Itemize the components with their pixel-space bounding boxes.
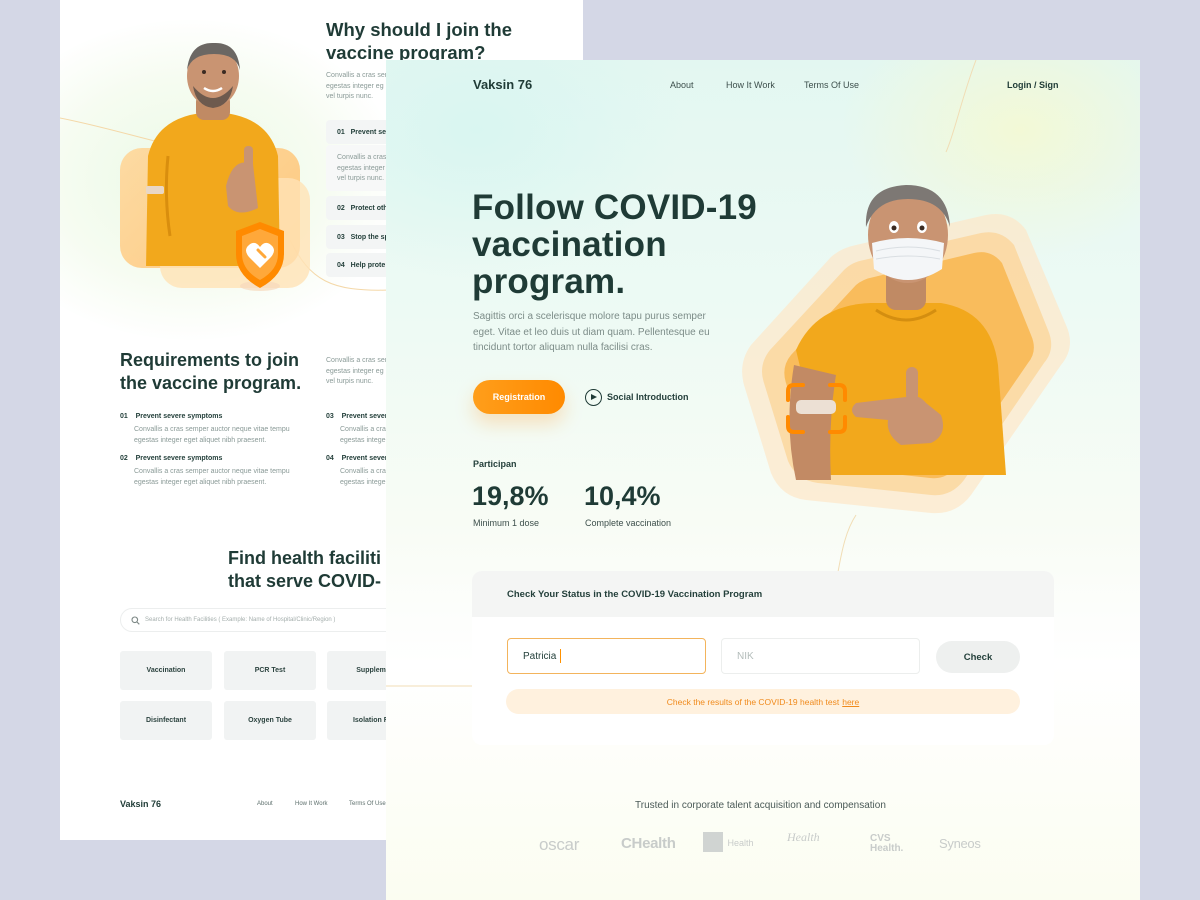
accordion-label: Protect oth — [350, 205, 388, 212]
nav-link-about[interactable]: About — [670, 80, 694, 90]
facility-card-oxygen-tube[interactable]: Oxygen Tube — [224, 701, 316, 740]
requirement-item-01: 01 Prevent severe symptoms Convallis a c… — [120, 413, 290, 446]
requirement-body: Convallis a cras semper auctor neque vit… — [134, 426, 290, 444]
requirement-number: 03 — [326, 413, 334, 420]
requirement-title: Prevent sever — [341, 455, 388, 462]
text-cursor — [560, 649, 561, 663]
requirement-item-02: 02 Prevent severe symptoms Convallis a c… — [120, 455, 290, 488]
hero-subtitle: Sagittis orci a scelerisque molore tapu … — [473, 311, 710, 353]
requirement-number: 01 — [120, 413, 128, 420]
brand-logo-chealth: CHealth — [621, 835, 676, 852]
stat-value-min-dose: 19,8% — [472, 481, 549, 511]
facility-card-pcr-test[interactable]: PCR Test — [224, 651, 316, 690]
name-input[interactable]: Patricia — [507, 638, 706, 674]
accordion-label: Prevent sev — [350, 129, 390, 136]
status-panel-header: Check Your Status in the COVID-19 Vaccin… — [472, 571, 1054, 617]
facility-card-disinfectant[interactable]: Disinfectant — [120, 701, 212, 740]
status-check-panel: Check Your Status in the COVID-19 Vaccin… — [472, 571, 1054, 745]
stat-label-complete: Complete vaccination — [585, 518, 672, 528]
notice-here-link[interactable]: here — [842, 697, 859, 707]
facilities-title: Find health faciliti that serve COVID- — [228, 548, 382, 591]
requirement-number: 04 — [326, 455, 334, 462]
brand-logo-health-a: Health — [703, 832, 753, 852]
search-placeholder: Search for Health Facilities ( Example: … — [145, 617, 336, 623]
check-button[interactable]: Check — [936, 641, 1020, 673]
site-logo[interactable]: Vaksin 76 — [473, 77, 532, 92]
requirement-title: Prevent severe symptoms — [135, 413, 223, 420]
name-input-value: Patricia — [523, 651, 557, 662]
nav-link-terms-of-use[interactable]: Terms Of Use — [804, 80, 859, 90]
masked-man-image — [742, 185, 1070, 514]
play-icon[interactable] — [585, 389, 602, 406]
footer-logo[interactable]: Vaksin 76 — [120, 799, 161, 809]
front-page: Vaksin 76 About How It Work Terms Of Use… — [386, 60, 1140, 900]
nav-link-how-it-work[interactable]: How It Work — [726, 80, 775, 90]
accordion-label: Help prote — [350, 262, 386, 269]
accordion-number: 04 — [337, 262, 345, 269]
brand-mark-icon — [703, 832, 723, 852]
facility-search-input[interactable]: Search for Health Facilities ( Example: … — [120, 608, 410, 632]
join-title: Why should I join the vaccine program? — [326, 19, 513, 63]
requirement-title: Prevent sever — [341, 413, 388, 420]
accordion-number: 02 — [337, 205, 345, 212]
facility-card-vaccination[interactable]: Vaccination — [120, 651, 212, 690]
requirement-body: Convallis a cras semper auctor neque vit… — [134, 468, 290, 486]
brand-logo-oscar: oscar — [539, 835, 580, 854]
login-sign-link[interactable]: Login / Sign — [1007, 80, 1059, 90]
social-introduction-link[interactable]: Social Introduction — [607, 392, 689, 402]
requirements-title: Requirements to join the vaccine program… — [120, 350, 302, 393]
requirements-description: Convallis a cras sem egestas integer eg … — [326, 357, 391, 385]
health-test-notice: Check the results of the COVID-19 health… — [506, 689, 1020, 714]
accordion-open-text: Convallis a cras egestas integer vel tur… — [337, 154, 387, 182]
requirement-body: Convallis a cras egestas intege — [340, 468, 390, 486]
footer-link-about[interactable]: About — [257, 801, 273, 807]
nik-placeholder: NIK — [737, 651, 754, 662]
status-panel-title: Check Your Status in the COVID-19 Vaccin… — [507, 589, 763, 600]
participants-label: Participan — [473, 459, 517, 469]
footer-link-how-it-work[interactable]: How It Work — [295, 801, 328, 807]
hero-title: Follow COVID-19 vaccination program. — [472, 188, 757, 301]
registration-button[interactable]: Registration — [473, 380, 565, 414]
requirement-title: Prevent severe symptoms — [135, 455, 223, 462]
stat-value-complete: 10,4% — [584, 481, 661, 511]
footer-link-terms[interactable]: Terms Of Use — [349, 801, 386, 807]
brand-logo-cvs: CVS Health. — [870, 833, 904, 854]
brand-logo-health-b: Health — [787, 830, 820, 844]
requirement-number: 02 — [120, 455, 128, 462]
accordion-number: 03 — [337, 234, 345, 241]
join-description: Convallis a cras sem egestas integer eg … — [326, 72, 391, 100]
brand-logo-syneos: Syneos — [939, 836, 981, 851]
requirement-body: Convallis a cras egestas intege — [340, 426, 390, 444]
accordion-label: Stop the sp — [350, 234, 389, 241]
requirement-item-03: 03 Prevent sever Convallis a cras egesta… — [326, 413, 389, 446]
search-icon — [131, 616, 140, 625]
accordion-number: 01 — [337, 129, 345, 136]
requirement-item-04: 04 Prevent sever Convallis a cras egesta… — [326, 455, 389, 488]
heart-shield-icon — [236, 222, 284, 291]
trusted-text: Trusted in corporate talent acquisition … — [635, 800, 886, 811]
nik-input[interactable]: NIK — [721, 638, 920, 674]
stat-label-min-dose: Minimum 1 dose — [473, 518, 540, 528]
brand-name: Health — [727, 838, 754, 849]
notice-text: Check the results of the COVID-19 health… — [666, 696, 840, 707]
